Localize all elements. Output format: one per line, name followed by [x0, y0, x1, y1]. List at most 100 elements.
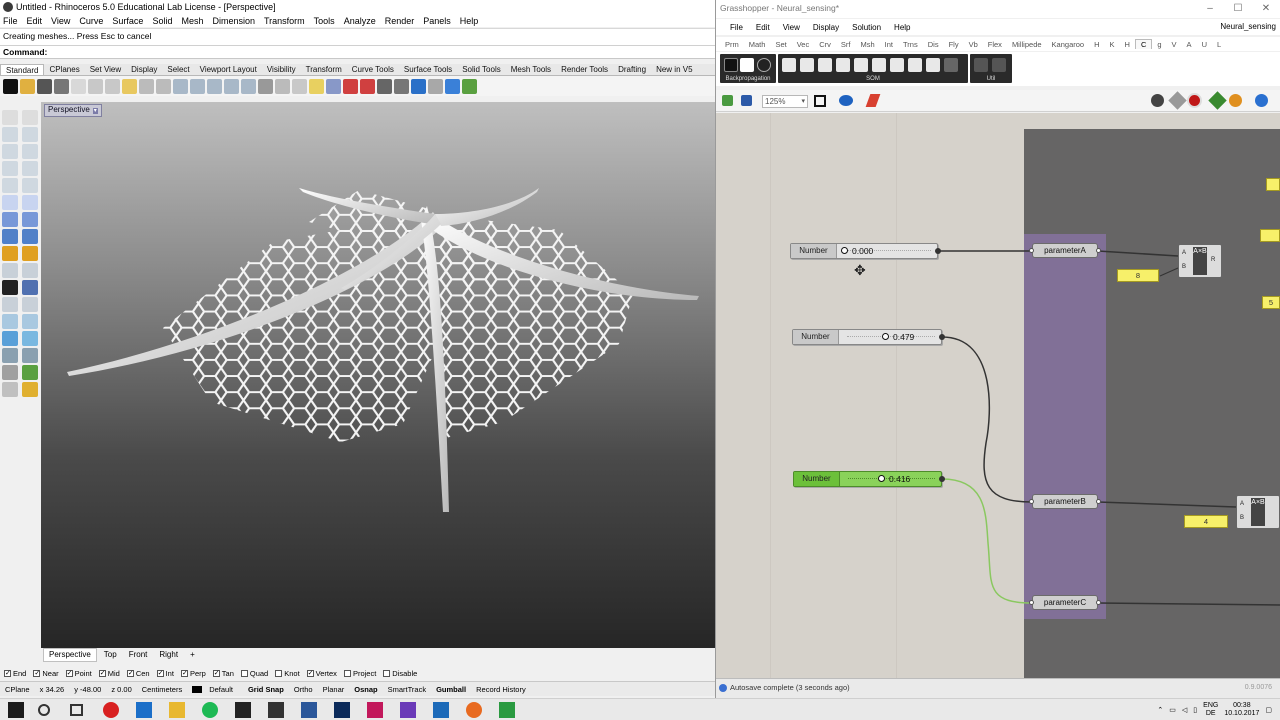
- toolbar-tab-display[interactable]: Display: [126, 64, 162, 75]
- hatch-icon[interactable]: [2, 365, 18, 380]
- rotate-view-icon[interactable]: [173, 78, 188, 94]
- rhino-menu-view[interactable]: View: [48, 16, 76, 26]
- polygon-icon[interactable]: [22, 161, 38, 176]
- toolbar-tab-render-tools[interactable]: Render Tools: [556, 64, 613, 75]
- preview-wire-icon[interactable]: [1151, 94, 1164, 107]
- input-grip[interactable]: [1029, 248, 1034, 253]
- gh-tab[interactable]: K: [1105, 40, 1120, 49]
- toolbar-tab-viewport-layout[interactable]: Viewport Layout: [195, 64, 262, 75]
- rhino-menu-transform[interactable]: Transform: [261, 16, 311, 26]
- rhino-menu-tools[interactable]: Tools: [311, 16, 341, 26]
- network-icon[interactable]: ▭: [1169, 706, 1176, 714]
- check-icon[interactable]: [22, 365, 38, 380]
- open-file-icon[interactable]: [722, 95, 733, 106]
- grasshopper-taskbar-icon[interactable]: [268, 702, 284, 718]
- explode-icon[interactable]: [22, 314, 38, 329]
- render-color-icon[interactable]: [360, 78, 375, 94]
- zoom-window-icon[interactable]: [207, 78, 222, 94]
- zoom-icon[interactable]: [190, 78, 205, 94]
- preview-selected-icon[interactable]: [1187, 93, 1202, 108]
- print-icon[interactable]: [54, 78, 69, 94]
- help-icon[interactable]: [445, 78, 460, 94]
- multiply-component-1[interactable]: A B A×B R: [1178, 244, 1222, 278]
- maximize-icon[interactable]: ☐: [1224, 0, 1252, 18]
- group-icon[interactable]: [2, 331, 18, 346]
- panel-4[interactable]: 4: [1184, 515, 1228, 528]
- battery-icon[interactable]: ▯: [1193, 706, 1197, 714]
- som-icon-4[interactable]: [836, 58, 850, 72]
- material-icon[interactable]: [428, 78, 443, 94]
- number-slider-2[interactable]: Number 0.479: [792, 329, 945, 345]
- rhino-menu-surface[interactable]: Surface: [109, 16, 149, 26]
- util-icon-2[interactable]: [992, 58, 1006, 72]
- osnap-cen[interactable]: ✓ Cen: [126, 669, 150, 678]
- gh-tab[interactable]: Fly: [944, 40, 964, 49]
- extrude-icon[interactable]: [22, 195, 38, 210]
- trim-icon[interactable]: [2, 297, 18, 312]
- gh-tab[interactable]: Vec: [792, 40, 815, 49]
- rhino-menu-panels[interactable]: Panels: [420, 16, 457, 26]
- outlook-icon[interactable]: [136, 702, 152, 718]
- toolbar-tab-transform[interactable]: Transform: [301, 64, 347, 75]
- new-file-icon[interactable]: [3, 78, 18, 94]
- osnap-int[interactable]: ✓ Int: [156, 669, 174, 678]
- output-grip[interactable]: [1096, 248, 1101, 253]
- toolbar-tab-select[interactable]: Select: [162, 64, 194, 75]
- light-icon[interactable]: [309, 78, 324, 94]
- file-explorer-icon[interactable]: [169, 702, 185, 718]
- undo-icon[interactable]: [139, 78, 154, 94]
- tray-chevron-up-icon[interactable]: ⌃: [1157, 706, 1163, 714]
- open-folder-icon[interactable]: [20, 78, 35, 94]
- gh-tab[interactable]: Math: [744, 40, 771, 49]
- gh-tab[interactable]: V: [1167, 40, 1182, 49]
- viewport-tab-front[interactable]: Front: [124, 649, 153, 661]
- text-icon[interactable]: [22, 348, 38, 363]
- opera-icon[interactable]: [103, 702, 119, 718]
- rendered-icon[interactable]: [394, 78, 409, 94]
- toolbar-tab-mesh-tools[interactable]: Mesh Tools: [506, 64, 556, 75]
- transform-icon[interactable]: [2, 246, 18, 261]
- toolbar-tab-visibility[interactable]: Visibility: [262, 64, 301, 75]
- rotate-icon[interactable]: [22, 263, 38, 278]
- toolbar-tab-cplanes[interactable]: CPlanes: [44, 64, 84, 75]
- gh-canvas[interactable]: Number 0.000 Number 0.479 Number 0.416 p…: [716, 113, 1280, 678]
- gh-tab[interactable]: Vb: [964, 40, 983, 49]
- task-view-icon[interactable]: [70, 704, 83, 716]
- preview-eye-icon[interactable]: [839, 95, 853, 106]
- indesign-icon[interactable]: [367, 702, 383, 718]
- select-icon[interactable]: [292, 78, 307, 94]
- slider-knob[interactable]: [882, 333, 889, 340]
- rhino-menu-help[interactable]: Help: [457, 16, 485, 26]
- number-slider-1[interactable]: Number 0.000: [790, 243, 941, 259]
- gh-tab[interactable]: Millipede: [1007, 40, 1047, 49]
- move-icon[interactable]: [22, 246, 38, 261]
- viewport-tab-top[interactable]: Top: [99, 649, 122, 661]
- som-icon-7[interactable]: [890, 58, 904, 72]
- search-icon[interactable]: [38, 704, 50, 716]
- input-grip[interactable]: [1029, 600, 1034, 605]
- rhino-menu-analyze[interactable]: Analyze: [341, 16, 382, 26]
- rhino-menu-curve[interactable]: Curve: [76, 16, 109, 26]
- join-icon[interactable]: [2, 314, 18, 329]
- ellipse-icon[interactable]: [2, 161, 18, 176]
- multiply-component-2[interactable]: A B A×B: [1236, 495, 1280, 529]
- circle-icon[interactable]: [2, 144, 18, 159]
- render-preview-icon[interactable]: [1229, 94, 1242, 107]
- panel-right[interactable]: [1260, 229, 1280, 242]
- panel-8[interactable]: 8: [1117, 269, 1159, 282]
- box-icon[interactable]: [2, 212, 18, 227]
- status-gumball[interactable]: Gumball: [431, 685, 471, 694]
- osnap-end[interactable]: ✓ End: [4, 669, 26, 678]
- som-icon-6[interactable]: [872, 58, 886, 72]
- gh-tab-active[interactable]: C: [1134, 39, 1153, 49]
- gh-menu-view[interactable]: View: [777, 23, 807, 32]
- sketch-pen-icon[interactable]: [865, 94, 881, 107]
- add-viewport-tab-button[interactable]: +: [185, 649, 200, 661]
- gh-tab[interactable]: L: [1212, 40, 1226, 49]
- toolbar-tab-surface-tools[interactable]: Surface Tools: [399, 64, 457, 75]
- import-icon[interactable]: [71, 78, 86, 94]
- gh-tab[interactable]: Msh: [855, 40, 879, 49]
- gh-tab[interactable]: Kangaroo: [1047, 40, 1090, 49]
- backprop-icon[interactable]: [724, 58, 738, 72]
- osnap-project[interactable]: Project: [343, 669, 376, 678]
